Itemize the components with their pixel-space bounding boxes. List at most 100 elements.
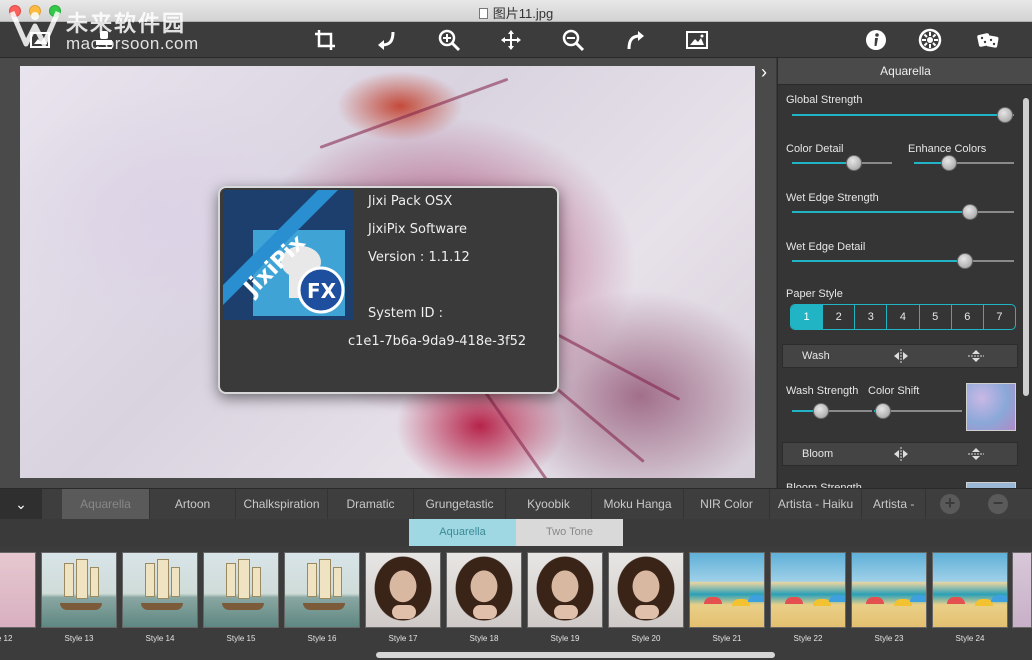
- style-thumbnail[interactable]: [527, 552, 603, 628]
- style-thumbnail[interactable]: [932, 552, 1008, 628]
- beach-umbrella: [910, 595, 926, 602]
- paper-style-option[interactable]: 4: [887, 305, 920, 329]
- info-icon: [866, 30, 886, 50]
- wet-edge-strength-slider[interactable]: [792, 204, 1014, 220]
- style-thumbnail-label: Style 16: [307, 634, 337, 643]
- style-thumbnail[interactable]: [446, 552, 522, 628]
- crop-button[interactable]: [311, 26, 339, 54]
- category-tab[interactable]: Kyoobik: [506, 489, 592, 520]
- style-thumbnails-strip: Style 12 Style 13 Style 14 Style 15 Style 16…: [0, 546, 1032, 660]
- beach-umbrella: [991, 595, 1007, 602]
- slider-knob[interactable]: [962, 204, 978, 220]
- fit-image-button[interactable]: [683, 26, 711, 54]
- style-thumbnail[interactable]: [365, 552, 441, 628]
- panel-scrollbar[interactable]: [1023, 98, 1029, 396]
- collapse-categories-button[interactable]: ⌄: [0, 489, 42, 520]
- style-thumbnail[interactable]: [41, 552, 117, 628]
- style-thumbnail[interactable]: [689, 552, 765, 628]
- style-thumbnail[interactable]: [203, 552, 279, 628]
- style-thumbnail[interactable]: [608, 552, 684, 628]
- ship-sail: [76, 559, 88, 599]
- style-thumbnail[interactable]: [770, 552, 846, 628]
- wet-edge-strength-label: Wet Edge Strength: [786, 192, 879, 204]
- flip-vertical-icon[interactable]: [968, 349, 984, 363]
- ship-sail: [307, 563, 317, 597]
- settings-icon: [918, 28, 942, 52]
- settings-panel: Aquarella Global Strength Color Detail E…: [777, 58, 1032, 488]
- rotate-right-button[interactable]: [621, 26, 649, 54]
- collapse-panel-chevron-icon[interactable]: ›: [757, 62, 771, 82]
- paper-style-option[interactable]: 2: [823, 305, 856, 329]
- color-shift-slider[interactable]: [874, 403, 962, 419]
- beach-umbrella: [866, 597, 884, 604]
- style-thumbnail[interactable]: [851, 552, 927, 628]
- ship-sail: [252, 567, 261, 597]
- wash-texture-swatch[interactable]: [966, 383, 1016, 431]
- paper-style-option[interactable]: 7: [984, 305, 1015, 329]
- paper-style-option[interactable]: 3: [855, 305, 888, 329]
- style-thumbnail-label: Style 13: [64, 634, 94, 643]
- category-tab[interactable]: Grungetastic: [414, 489, 506, 520]
- style-thumbnail[interactable]: [284, 552, 360, 628]
- remove-category-button[interactable]: −: [988, 494, 1008, 514]
- style-thumbnail-label: Style 22: [793, 634, 823, 643]
- slider-knob[interactable]: [941, 155, 957, 171]
- ship-sail: [333, 567, 342, 597]
- zoom-in-button[interactable]: [435, 26, 463, 54]
- beach-umbrella: [829, 595, 845, 602]
- slider-knob[interactable]: [957, 253, 973, 269]
- category-tab[interactable]: Chalkspiration: [236, 489, 328, 520]
- wash-section-header[interactable]: Wash: [782, 344, 1018, 368]
- category-tab[interactable]: Artoon: [150, 489, 236, 520]
- zoom-out-icon: [562, 29, 585, 52]
- about-dialog: JixiPix FX Jixi Pack OSX JixiPix Softwar…: [218, 186, 559, 394]
- subtab-two-tone[interactable]: Two Tone: [516, 519, 623, 546]
- wash-strength-label: Wash Strength: [786, 385, 859, 397]
- about-system-id-label: System ID :: [368, 306, 443, 321]
- add-category-button[interactable]: +: [940, 494, 960, 514]
- thumbnails-scrollbar[interactable]: [376, 652, 775, 658]
- slider-fill: [792, 114, 1005, 116]
- randomize-button[interactable]: [974, 26, 1002, 54]
- slider-knob[interactable]: [875, 403, 891, 419]
- rotate-left-button[interactable]: [373, 26, 401, 54]
- color-detail-slider[interactable]: [792, 155, 892, 171]
- category-tab[interactable]: NIR Color: [684, 489, 770, 520]
- flip-horizontal-icon[interactable]: [893, 447, 909, 461]
- bloom-label: Bloom: [802, 448, 834, 460]
- flip-vertical-icon[interactable]: [968, 447, 984, 461]
- style-thumbnail-label: Style 14: [145, 634, 175, 643]
- paper-style-option[interactable]: 1: [791, 305, 824, 329]
- category-tab[interactable]: Artista -: [862, 489, 926, 520]
- rotate-right-icon: [627, 31, 644, 50]
- file-icon: [478, 8, 488, 19]
- slider-knob[interactable]: [813, 403, 829, 419]
- wet-edge-detail-slider[interactable]: [792, 253, 1014, 269]
- global-strength-slider[interactable]: [792, 107, 1014, 123]
- category-tab[interactable]: Moku Hanga: [592, 489, 684, 520]
- ship-sail: [226, 563, 236, 597]
- move-button[interactable]: [497, 26, 525, 54]
- info-button[interactable]: [862, 26, 890, 54]
- settings-button[interactable]: [916, 26, 944, 54]
- jixipix-logo: JixiPix FX: [223, 190, 353, 320]
- category-tab[interactable]: Dramatic: [328, 489, 414, 520]
- category-tab[interactable]: Aquarella: [62, 489, 150, 520]
- flip-horizontal-icon[interactable]: [893, 349, 909, 363]
- paper-style-option[interactable]: 5: [920, 305, 952, 329]
- ship-hull: [141, 603, 183, 610]
- zoom-out-button[interactable]: [559, 26, 587, 54]
- style-thumbnail[interactable]: [0, 552, 36, 628]
- bloom-section-header[interactable]: Bloom: [782, 442, 1018, 466]
- style-thumbnail-label: Style 19: [550, 634, 580, 643]
- subtab-aquarella[interactable]: Aquarella: [409, 519, 516, 546]
- style-thumbnail-partial[interactable]: [1012, 552, 1032, 628]
- enhance-colors-slider[interactable]: [914, 155, 1014, 171]
- paper-style-option[interactable]: 6: [952, 305, 984, 329]
- slider-knob[interactable]: [846, 155, 862, 171]
- wash-strength-slider[interactable]: [792, 403, 872, 419]
- slider-knob[interactable]: [997, 107, 1013, 123]
- style-thumbnail[interactable]: [122, 552, 198, 628]
- category-tab[interactable]: Artista - Haiku: [770, 489, 862, 520]
- rotate-left-icon: [378, 31, 395, 50]
